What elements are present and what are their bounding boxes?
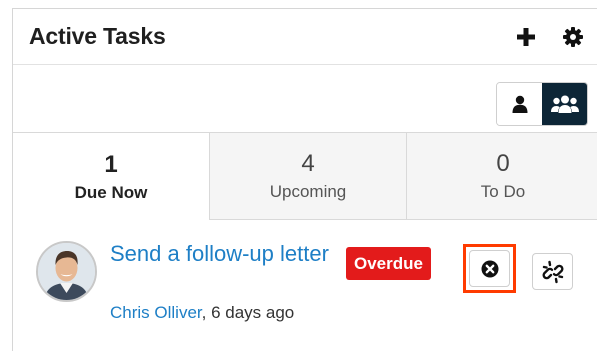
tab-due-now[interactable]: 1 Due Now <box>13 133 209 220</box>
task-time: , 6 days ago <box>201 303 295 322</box>
dashlet-title: Active Tasks <box>29 23 166 49</box>
tab-to-do[interactable]: 0 To Do <box>406 133 597 220</box>
task-list-item: Send a follow-up letter Chris Olliver, 6… <box>13 221 597 351</box>
unlink-button[interactable] <box>532 253 573 290</box>
group-icon <box>550 95 579 113</box>
close-circle-icon <box>481 260 498 277</box>
active-tasks-dashlet: Active Tasks 1 Due Now 4 Upcoming 0 To D… <box>12 8 597 351</box>
dashlet-toolbar <box>13 65 597 133</box>
team-tasks-toggle[interactable] <box>542 83 587 125</box>
assignee-link[interactable]: Chris Olliver <box>110 303 202 322</box>
gear-icon <box>563 27 583 47</box>
task-meta: Chris Olliver, 6 days ago <box>110 303 294 323</box>
settings-button[interactable] <box>560 23 586 51</box>
tab-label: Upcoming <box>269 182 347 201</box>
tab-count: 1 <box>104 150 118 178</box>
unlink-icon <box>542 260 563 283</box>
overdue-badge: Overdue <box>346 247 431 280</box>
dashlet-header: Active Tasks <box>13 9 597 65</box>
add-task-button[interactable] <box>513 23 539 51</box>
tab-count: 4 <box>301 150 315 177</box>
view-toggle <box>496 82 588 126</box>
close-task-button[interactable] <box>469 250 510 287</box>
avatar-photo <box>38 243 95 300</box>
tab-label: Due Now <box>74 182 148 202</box>
tab-count: 0 <box>496 150 510 177</box>
avatar <box>36 241 97 302</box>
task-title-link[interactable]: Send a follow-up letter <box>110 241 340 267</box>
user-icon <box>512 95 527 113</box>
tab-upcoming[interactable]: 4 Upcoming <box>209 133 406 220</box>
my-tasks-toggle[interactable] <box>497 83 542 125</box>
task-tabs: 1 Due Now 4 Upcoming 0 To Do <box>13 133 597 220</box>
tab-label: To Do <box>480 182 526 201</box>
plus-icon <box>517 28 535 46</box>
